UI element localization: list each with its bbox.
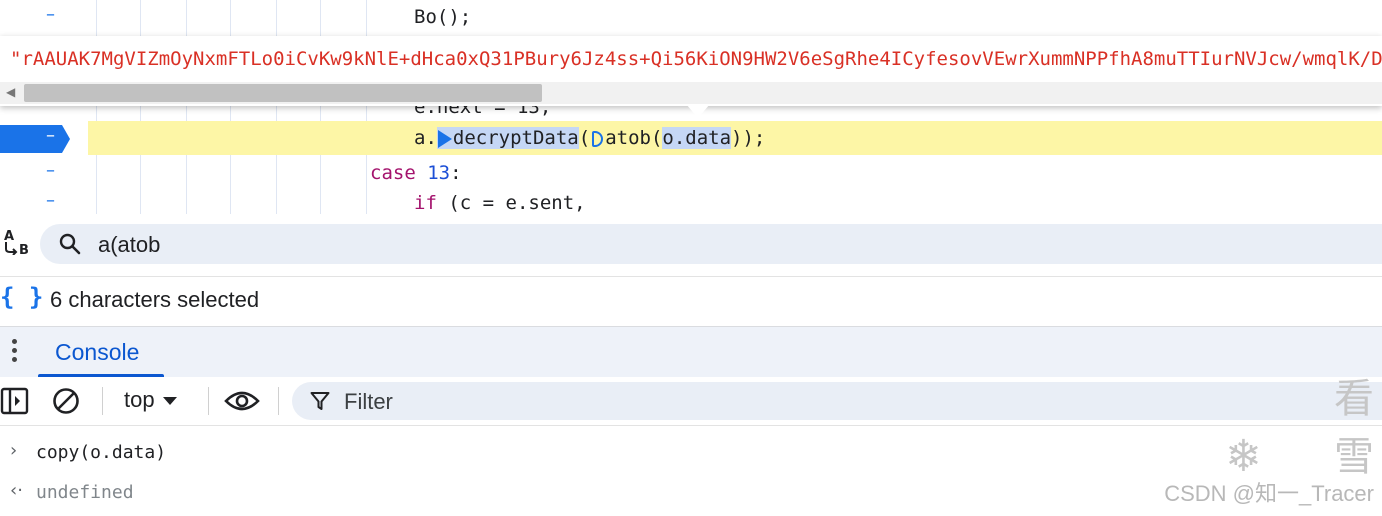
code-text: Bo(); <box>414 6 472 28</box>
code-keyword: if <box>414 192 437 214</box>
toolbar-separator <box>208 387 209 415</box>
code-call-name: decryptData <box>452 127 579 149</box>
pretty-print-icon[interactable]: { } <box>0 283 43 311</box>
code-text: case 13: <box>370 162 462 184</box>
tab-console[interactable]: Console <box>38 327 164 377</box>
search-icon <box>59 233 81 255</box>
code-text: a. decryptData(atob(o.data)); <box>414 127 766 149</box>
line-gutter-marker: – <box>46 125 55 146</box>
filter-placeholder: Filter <box>344 389 393 414</box>
input-prompt-icon: › <box>10 440 18 461</box>
search-field[interactable] <box>40 224 1382 264</box>
tab-label: Console <box>55 339 140 365</box>
context-value: top <box>124 387 155 412</box>
code-rest: (c = e.sent, <box>436 192 586 214</box>
scrollbar-thumb[interactable] <box>24 84 542 102</box>
toolbar-separator <box>278 387 279 415</box>
value-popover[interactable]: "rAAUAK7MgVIZmOyNxmFTLo0iCvKw9kNlE+dHca0… <box>0 36 1382 106</box>
code-editor[interactable]: – Bo(); e.next = 13; – a. decryptData(ato… <box>0 0 1382 214</box>
code-keyword: case <box>370 162 416 184</box>
popover-caret <box>686 104 710 118</box>
toolbar-separator <box>102 387 103 415</box>
code-line[interactable]: – Bo(); <box>0 0 1382 32</box>
popover-horizontal-scrollbar[interactable]: ◀ <box>0 82 1382 104</box>
scroll-left-icon[interactable]: ◀ <box>6 85 15 99</box>
live-expression-eye-icon[interactable] <box>224 389 260 413</box>
console-toolbar: top Filter <box>0 377 1382 426</box>
code-fn-name: atob <box>605 127 651 149</box>
result-prompt-icon: ‹· <box>10 480 23 501</box>
clear-console-icon[interactable] <box>52 387 80 415</box>
code-paren: ( <box>578 127 591 149</box>
chevron-down-icon <box>162 397 177 406</box>
code-punct: : <box>450 162 462 184</box>
line-gutter-marker[interactable]: – <box>46 190 55 211</box>
context-selector[interactable]: top <box>124 387 177 413</box>
selection-status: 6 characters selected <box>50 287 260 312</box>
inline-breakpoint-icon[interactable] <box>437 129 452 148</box>
filter-field[interactable]: Filter <box>292 382 1382 420</box>
breakpoint-marker-icon[interactable] <box>0 125 70 153</box>
watermark-text: CSDN @知一_Tracer <box>1164 481 1374 506</box>
selected-expression[interactable]: o.data <box>662 127 732 149</box>
inline-breakpoint-outline-icon[interactable] <box>592 130 604 147</box>
source-status-bar: { } 6 characters selected <box>0 276 1382 325</box>
case-icon-letter: B <box>19 243 29 258</box>
search-bar: A B <box>0 216 1382 274</box>
console-input-message[interactable]: › copy(o.data) <box>0 432 1382 473</box>
code-text: if (c = e.sent, <box>414 192 586 214</box>
code-line[interactable]: – if (c = e.sent, <box>0 186 1382 214</box>
paused-code-line[interactable]: – a. decryptData(atob(o.data)); <box>0 121 1382 155</box>
console-result[interactable]: undefined <box>36 482 134 503</box>
watermark-logo-text: 看雪 <box>1334 376 1374 480</box>
code-number: 13 <box>427 162 451 184</box>
match-case-icon[interactable]: A B <box>2 229 32 261</box>
show-sidebar-icon[interactable] <box>0 387 30 415</box>
search-input[interactable] <box>96 228 1300 262</box>
snowflake-logo-icon: ❄ <box>1225 431 1262 482</box>
code-paren: )); <box>731 127 766 149</box>
filter-icon <box>310 392 330 410</box>
code-line[interactable]: – case 13: <box>0 156 1382 188</box>
line-gutter-marker[interactable]: – <box>46 160 55 181</box>
case-arrow-icon <box>5 242 18 255</box>
line-gutter-marker[interactable]: – <box>46 4 55 25</box>
popover-string-value[interactable]: "rAAUAK7MgVIZmOyNxmFTLo0iCvKw9kNlE+dHca0… <box>10 48 1382 70</box>
console-command[interactable]: copy(o.data) <box>36 442 166 463</box>
more-options-icon[interactable] <box>8 339 20 365</box>
code-object: a. <box>414 127 437 149</box>
drawer-tab-bar: Console <box>0 326 1382 377</box>
